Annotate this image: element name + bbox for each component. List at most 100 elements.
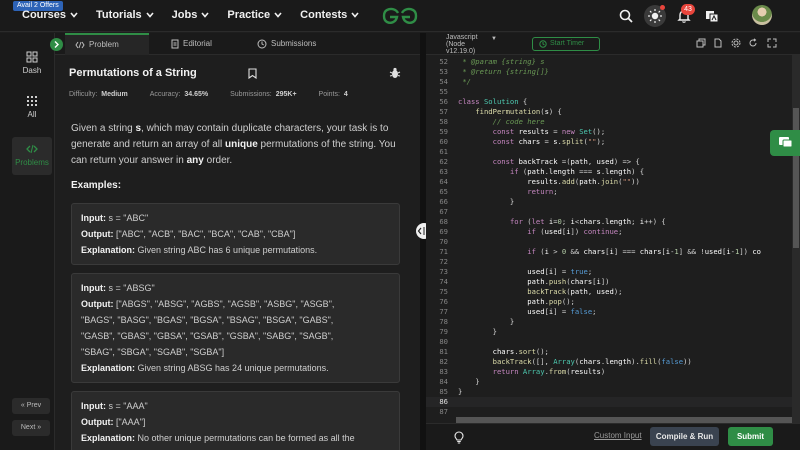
line-number: 75 [439,287,448,296]
reset-icon[interactable] [748,38,758,48]
avatar[interactable] [752,5,772,25]
code-line[interactable]: 54 */ [426,77,800,87]
code-line[interactable]: 82 backTrack([], Array(chars.length).fil… [426,357,800,367]
search-icon[interactable] [618,8,634,24]
code-text: } [458,317,515,326]
code-line[interactable]: 68 for (let i=0; i<chars.length; i++) { [426,217,800,227]
code-line[interactable]: 74 path.push(chars[i]) [426,277,800,287]
line-number: 78 [439,317,448,326]
menu-courses[interactable]: Courses [22,9,78,21]
line-number: 84 [439,377,448,386]
points: Points: 4 [319,91,348,98]
code-line[interactable]: 78 } [426,317,800,327]
code-line[interactable]: 87 [426,407,800,417]
code-line[interactable]: 61 [426,147,800,157]
start-timer-button[interactable]: Start Timer [532,37,600,51]
code-editor-panel: Javascript (Node v12.19.0) ▼ Start Timer… [426,33,800,450]
menu-jobs[interactable]: Jobs [172,9,210,21]
code-line[interactable]: 80 [426,337,800,347]
chat-button[interactable] [770,130,800,156]
timer-label: Start Timer [550,40,585,47]
example-label: Output: [81,299,114,309]
line-number: 54 [439,77,448,86]
language-name: Javascript [446,34,478,41]
example-explanation: Explanation: No other unique permutation… [81,430,390,446]
code-line[interactable]: 64 results.add(path.join("")) [426,177,800,187]
code-line[interactable]: 63 if (path.length === s.length) { [426,167,800,177]
sidebar-item-dash[interactable]: Dash [12,51,52,85]
difficulty-value: Medium [101,91,128,98]
code-line[interactable]: 81 chars.sort(); [426,347,800,357]
code-line[interactable]: 66 } [426,197,800,207]
tab-editorial[interactable]: Editorial [171,33,212,55]
language-select[interactable]: Javascript (Node v12.19.0) ▼ [446,33,498,55]
code-text: used[i] = true; [527,267,593,276]
code-line[interactable]: 72 [426,257,800,267]
desc-text: Given a string [71,123,136,134]
example-label: Output: [81,229,114,239]
code-line[interactable]: 52 * @param {string} s [426,57,800,67]
chat-icon [779,137,793,148]
gfg-logo[interactable] [380,6,420,26]
sidebar-item-problems[interactable]: Problems [12,137,52,175]
code-line[interactable]: 84 } [426,377,800,387]
code-line[interactable]: 83 return Array.from(results) [426,367,800,377]
code-line[interactable]: 58 // code here [426,117,800,127]
code-line[interactable]: 59 const results = new Set(); [426,127,800,137]
code-area[interactable]: 52 * @param {string} s 53 * @return {stri… [426,57,800,429]
bug-report-icon[interactable] [389,67,401,79]
settings-icon[interactable] [731,38,741,48]
scrollbar-thumb[interactable] [793,108,799,248]
code-line[interactable]: 56 class Solution { [426,97,800,107]
fullscreen-icon[interactable] [767,38,777,48]
code-line[interactable]: 69 if (used[i]) continue; [426,227,800,237]
code-line[interactable]: 77 used[i] = false; [426,307,800,317]
code-line[interactable]: 53 * @return {string[]} [426,67,800,77]
translate-icon[interactable] [704,8,720,24]
main-menu: Courses Tutorials Jobs Practice Contests [22,9,377,21]
code-line[interactable]: 79 } [426,327,800,337]
problem-tabbar: Problem Editorial Submissions [55,33,420,55]
menu-label: Jobs [171,9,198,21]
example-value: Given string ABC has 6 unique permutatio… [135,245,318,255]
example-explanation: Explanation: Given string ABSG has 24 un… [81,360,390,376]
prev-button[interactable]: « Prev [12,398,50,414]
tab-submissions[interactable]: Submissions [257,33,316,55]
code-line[interactable]: 65 return; [426,187,800,197]
example-output-cont: "SBAG", "SBGA", "SGAB", "SGBA"] [81,347,225,357]
code-line[interactable]: 71 if (i > 0 && chars[i] === chars[i-1] … [426,247,800,257]
example-value: s = "ABSG" [106,283,155,293]
code-line[interactable]: 67 [426,207,800,217]
dashboard-icon [26,51,38,63]
code-line[interactable]: 62 const backTrack =(path, used) => { [426,157,800,167]
code-line[interactable]: 85} [426,387,800,397]
bookmark-icon[interactable] [248,68,257,79]
code-line[interactable]: 73 used[i] = true; [426,267,800,277]
sidebar-item-all[interactable]: All [12,95,52,129]
line-number: 82 [439,357,448,366]
example-input: Input: s = "ABC" [81,210,390,226]
code-line[interactable]: 86 [426,397,800,407]
code-line[interactable]: 75 backTrack(path, used); [426,287,800,297]
tab-problem[interactable]: Problem [65,33,149,55]
code-line[interactable]: 57 findPermutation(s) { [426,107,800,117]
code-line[interactable]: 70 [426,237,800,247]
menu-tutorials[interactable]: Tutorials [96,9,154,21]
menu-practice[interactable]: Practice [227,9,282,21]
code-line[interactable]: 55 [426,87,800,97]
code-line[interactable]: 76 path.pop(); [426,297,800,307]
custom-input-link[interactable]: Custom Input [594,431,642,440]
menu-contests[interactable]: Contests [300,9,359,21]
submit-button[interactable]: Submit [728,427,773,446]
code-text: path.push(chars[i]) [527,277,610,286]
line-number: 66 [439,197,448,206]
file-icon[interactable] [713,38,723,48]
example-value: ["ABGS", "ABSG", "AGBS", "AGSB", "ASBG",… [113,299,335,309]
copy-icon[interactable] [696,38,706,48]
code-line[interactable]: 60 const chars = s.split(""); [426,137,800,147]
collapse-sidebar-button[interactable] [50,38,63,51]
next-button[interactable]: Next » [12,420,50,436]
compile-run-button[interactable]: Compile & Run [650,427,719,446]
lightbulb-icon[interactable] [452,430,466,444]
line-number: 86 [439,397,448,406]
